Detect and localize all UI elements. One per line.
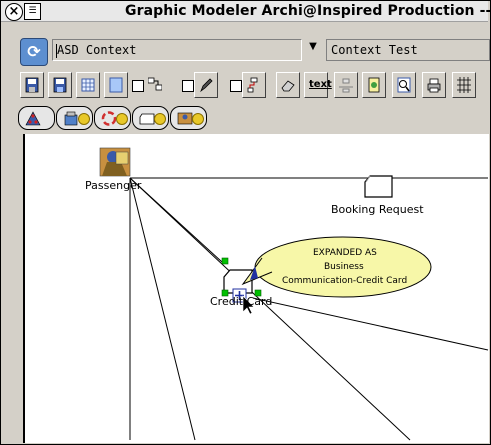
credit-card-label: Credit Card (210, 295, 273, 308)
tooltip-line-2: Business (324, 262, 364, 272)
passenger-node-icon[interactable] (99, 147, 131, 177)
diagram-svg (99, 147, 489, 441)
connection-line[interactable] (129, 177, 411, 441)
tooltip-line-1: EXPANDED AS (313, 248, 377, 258)
tooltip-line-3: Communication-Credit Card (282, 276, 408, 286)
booking-request-label: Booking Request (331, 203, 424, 216)
passenger-label: Passenger (85, 179, 142, 192)
booking-request-node-icon[interactable] (364, 175, 393, 198)
connection-line[interactable] (252, 297, 489, 351)
connection-line[interactable] (129, 177, 196, 441)
connection-lines (129, 177, 489, 441)
